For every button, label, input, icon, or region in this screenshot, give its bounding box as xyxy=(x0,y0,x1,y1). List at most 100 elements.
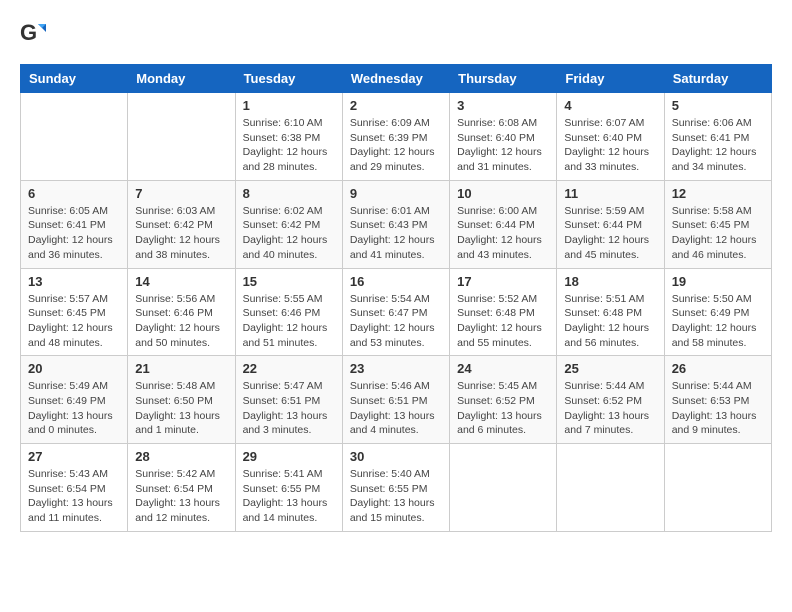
calendar-week-row: 20 Sunrise: 5:49 AM Sunset: 6:49 PM Dayli… xyxy=(21,356,772,444)
day-info: Sunrise: 5:57 AM Sunset: 6:45 PM Dayligh… xyxy=(28,292,120,351)
calendar-cell: 8 Sunrise: 6:02 AM Sunset: 6:42 PM Daylig… xyxy=(235,180,342,268)
day-number: 8 xyxy=(243,186,335,201)
day-info: Sunrise: 5:48 AM Sunset: 6:50 PM Dayligh… xyxy=(135,379,227,438)
logo-icon: G xyxy=(20,20,48,48)
calendar-week-row: 1 Sunrise: 6:10 AM Sunset: 6:38 PM Daylig… xyxy=(21,93,772,181)
day-info: Sunrise: 5:43 AM Sunset: 6:54 PM Dayligh… xyxy=(28,467,120,526)
day-info: Sunrise: 5:51 AM Sunset: 6:48 PM Dayligh… xyxy=(564,292,656,351)
calendar-cell: 12 Sunrise: 5:58 AM Sunset: 6:45 PM Dayli… xyxy=(664,180,771,268)
day-number: 14 xyxy=(135,274,227,289)
calendar-cell: 5 Sunrise: 6:06 AM Sunset: 6:41 PM Daylig… xyxy=(664,93,771,181)
calendar-header-wednesday: Wednesday xyxy=(342,65,449,93)
calendar-week-row: 6 Sunrise: 6:05 AM Sunset: 6:41 PM Daylig… xyxy=(21,180,772,268)
day-info: Sunrise: 5:46 AM Sunset: 6:51 PM Dayligh… xyxy=(350,379,442,438)
calendar-cell: 21Sunrise: 5:48 AM Sunset: 6:50 PM Dayli… xyxy=(128,356,235,444)
calendar-header-monday: Monday xyxy=(128,65,235,93)
day-info: Sunrise: 6:02 AM Sunset: 6:42 PM Dayligh… xyxy=(243,204,335,263)
day-number: 22 xyxy=(243,361,335,376)
calendar-cell xyxy=(21,93,128,181)
calendar-cell: 25Sunrise: 5:44 AM Sunset: 6:52 PM Dayli… xyxy=(557,356,664,444)
day-info: Sunrise: 6:08 AM Sunset: 6:40 PM Dayligh… xyxy=(457,116,549,175)
calendar-cell: 19 Sunrise: 5:50 AM Sunset: 6:49 PM Dayli… xyxy=(664,268,771,356)
calendar-cell: 14 Sunrise: 5:56 AM Sunset: 6:46 PM Dayli… xyxy=(128,268,235,356)
day-info: Sunrise: 5:50 AM Sunset: 6:49 PM Dayligh… xyxy=(672,292,764,351)
calendar-cell: 2 Sunrise: 6:09 AM Sunset: 6:39 PM Daylig… xyxy=(342,93,449,181)
calendar-cell: 3 Sunrise: 6:08 AM Sunset: 6:40 PM Daylig… xyxy=(450,93,557,181)
day-info: Sunrise: 5:44 AM Sunset: 6:52 PM Dayligh… xyxy=(564,379,656,438)
day-number: 1 xyxy=(243,98,335,113)
logo: G xyxy=(20,20,50,48)
svg-text:G: G xyxy=(20,20,37,45)
day-number: 6 xyxy=(28,186,120,201)
day-info: Sunrise: 5:59 AM Sunset: 6:44 PM Dayligh… xyxy=(564,204,656,263)
day-number: 5 xyxy=(672,98,764,113)
calendar-cell: 28 Sunrise: 5:42 AM Sunset: 6:54 PM Dayli… xyxy=(128,444,235,532)
day-info: Sunrise: 6:00 AM Sunset: 6:44 PM Dayligh… xyxy=(457,204,549,263)
calendar-cell: 13 Sunrise: 5:57 AM Sunset: 6:45 PM Dayli… xyxy=(21,268,128,356)
calendar-cell: 30 Sunrise: 5:40 AM Sunset: 6:55 PM Dayli… xyxy=(342,444,449,532)
calendar-cell: 18 Sunrise: 5:51 AM Sunset: 6:48 PM Dayli… xyxy=(557,268,664,356)
day-number: 16 xyxy=(350,274,442,289)
day-info: Sunrise: 5:54 AM Sunset: 6:47 PM Dayligh… xyxy=(350,292,442,351)
day-number: 10 xyxy=(457,186,549,201)
calendar-cell: 16 Sunrise: 5:54 AM Sunset: 6:47 PM Dayli… xyxy=(342,268,449,356)
day-info: Sunrise: 5:56 AM Sunset: 6:46 PM Dayligh… xyxy=(135,292,227,351)
day-number: 20 xyxy=(28,361,120,376)
day-number: 29 xyxy=(243,449,335,464)
day-number: 24 xyxy=(457,361,549,376)
calendar-week-row: 13 Sunrise: 5:57 AM Sunset: 6:45 PM Dayli… xyxy=(21,268,772,356)
day-number: 3 xyxy=(457,98,549,113)
day-info: Sunrise: 6:03 AM Sunset: 6:42 PM Dayligh… xyxy=(135,204,227,263)
day-number: 17 xyxy=(457,274,549,289)
calendar-cell: 9 Sunrise: 6:01 AM Sunset: 6:43 PM Daylig… xyxy=(342,180,449,268)
calendar-header-row: SundayMondayTuesdayWednesdayThursdayFrid… xyxy=(21,65,772,93)
calendar-header-saturday: Saturday xyxy=(664,65,771,93)
calendar-cell: 6 Sunrise: 6:05 AM Sunset: 6:41 PM Daylig… xyxy=(21,180,128,268)
day-info: Sunrise: 6:01 AM Sunset: 6:43 PM Dayligh… xyxy=(350,204,442,263)
calendar-cell: 20 Sunrise: 5:49 AM Sunset: 6:49 PM Dayli… xyxy=(21,356,128,444)
day-number: 27 xyxy=(28,449,120,464)
day-info: Sunrise: 6:05 AM Sunset: 6:41 PM Dayligh… xyxy=(28,204,120,263)
day-info: Sunrise: 6:10 AM Sunset: 6:38 PM Dayligh… xyxy=(243,116,335,175)
day-number: 12 xyxy=(672,186,764,201)
calendar-cell xyxy=(664,444,771,532)
calendar-cell: 24 Sunrise: 5:45 AM Sunset: 6:52 PM Dayli… xyxy=(450,356,557,444)
day-info: Sunrise: 5:47 AM Sunset: 6:51 PM Dayligh… xyxy=(243,379,335,438)
day-number: 11 xyxy=(564,186,656,201)
calendar-cell: 29 Sunrise: 5:41 AM Sunset: 6:55 PM Dayli… xyxy=(235,444,342,532)
header: G xyxy=(20,20,772,48)
calendar-cell xyxy=(128,93,235,181)
day-info: Sunrise: 5:40 AM Sunset: 6:55 PM Dayligh… xyxy=(350,467,442,526)
day-number: 7 xyxy=(135,186,227,201)
day-number: 30 xyxy=(350,449,442,464)
day-info: Sunrise: 5:55 AM Sunset: 6:46 PM Dayligh… xyxy=(243,292,335,351)
calendar-table: SundayMondayTuesdayWednesdayThursdayFrid… xyxy=(20,64,772,532)
calendar-cell xyxy=(450,444,557,532)
day-number: 26 xyxy=(672,361,764,376)
day-number: 19 xyxy=(672,274,764,289)
day-number: 23 xyxy=(350,361,442,376)
day-number: 4 xyxy=(564,98,656,113)
calendar-cell: 27 Sunrise: 5:43 AM Sunset: 6:54 PM Dayli… xyxy=(21,444,128,532)
calendar-header-tuesday: Tuesday xyxy=(235,65,342,93)
day-info: Sunrise: 5:44 AM Sunset: 6:53 PM Dayligh… xyxy=(672,379,764,438)
day-info: Sunrise: 5:45 AM Sunset: 6:52 PM Dayligh… xyxy=(457,379,549,438)
calendar-header-thursday: Thursday xyxy=(450,65,557,93)
day-number: 2 xyxy=(350,98,442,113)
day-number: 18 xyxy=(564,274,656,289)
day-number: 13 xyxy=(28,274,120,289)
calendar-cell xyxy=(557,444,664,532)
day-info: Sunrise: 5:41 AM Sunset: 6:55 PM Dayligh… xyxy=(243,467,335,526)
calendar-cell: 17 Sunrise: 5:52 AM Sunset: 6:48 PM Dayli… xyxy=(450,268,557,356)
day-info: Sunrise: 5:42 AM Sunset: 6:54 PM Dayligh… xyxy=(135,467,227,526)
calendar-cell: 11 Sunrise: 5:59 AM Sunset: 6:44 PM Dayli… xyxy=(557,180,664,268)
day-info: Sunrise: 5:52 AM Sunset: 6:48 PM Dayligh… xyxy=(457,292,549,351)
day-info: Sunrise: 6:06 AM Sunset: 6:41 PM Dayligh… xyxy=(672,116,764,175)
day-info: Sunrise: 5:49 AM Sunset: 6:49 PM Dayligh… xyxy=(28,379,120,438)
calendar-cell: 15Sunrise: 5:55 AM Sunset: 6:46 PM Dayli… xyxy=(235,268,342,356)
calendar-cell: 23 Sunrise: 5:46 AM Sunset: 6:51 PM Dayli… xyxy=(342,356,449,444)
day-number: 9 xyxy=(350,186,442,201)
day-info: Sunrise: 6:09 AM Sunset: 6:39 PM Dayligh… xyxy=(350,116,442,175)
day-info: Sunrise: 5:58 AM Sunset: 6:45 PM Dayligh… xyxy=(672,204,764,263)
day-number: 28 xyxy=(135,449,227,464)
